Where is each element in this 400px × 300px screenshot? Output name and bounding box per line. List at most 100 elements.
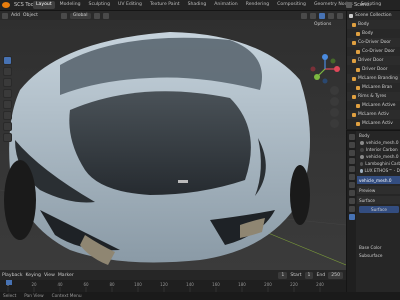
data-tab-icon[interactable] xyxy=(348,206,355,212)
outliner-row[interactable]: Rims & Tyres xyxy=(347,92,400,101)
properties-tabs xyxy=(347,131,356,293)
menu-object[interactable]: Object xyxy=(23,13,38,18)
status-select: Select xyxy=(3,293,17,299)
tab-shading[interactable]: Shading xyxy=(185,1,210,9)
overlay-icon[interactable] xyxy=(301,12,307,19)
zoom-icon[interactable] xyxy=(330,86,339,95)
snap-icon[interactable] xyxy=(93,12,100,19)
proportional-icon[interactable] xyxy=(102,12,109,19)
material-slot-label: LUX ETHOS™ - Di xyxy=(364,168,400,173)
material-slot[interactable]: LUX ETHOS™ - Di xyxy=(357,167,400,174)
scene-tab-icon[interactable] xyxy=(348,158,355,164)
ruler-tick-label: 20 xyxy=(31,282,37,287)
grid-icon[interactable] xyxy=(330,119,339,128)
outliner-row-label: Body xyxy=(362,31,374,36)
cursor-tool-icon[interactable] xyxy=(3,67,12,76)
outliner-row[interactable]: Co-Driver Door xyxy=(347,38,400,47)
surface-shader-button[interactable]: Surface xyxy=(359,206,399,213)
tab-modeling[interactable]: Modeling xyxy=(57,1,84,9)
tab-layout[interactable]: Layout xyxy=(33,1,55,9)
shading-solid-icon[interactable] xyxy=(319,12,325,19)
preview-section[interactable]: Preview xyxy=(357,186,400,194)
modifier-tab-icon[interactable] xyxy=(348,182,355,188)
shading-material-icon[interactable] xyxy=(328,12,334,19)
pan-hand-icon[interactable] xyxy=(330,97,339,106)
outliner-row[interactable]: Body xyxy=(347,29,400,38)
outliner-row[interactable]: McLaren Active xyxy=(347,101,400,110)
start-frame-field[interactable]: 1 xyxy=(304,271,314,279)
tab-compositing[interactable]: Compositing xyxy=(274,1,309,9)
ruler-tick-label: 80 xyxy=(109,282,115,287)
view-menu[interactable]: View xyxy=(44,273,55,278)
outliner-row-label: Scene Collection xyxy=(355,13,392,18)
options-label[interactable]: Options xyxy=(314,22,331,27)
outliner-row-label: Driver Door xyxy=(358,58,384,63)
constraints-tab-icon[interactable] xyxy=(348,198,355,204)
status-pan-view: Pan View xyxy=(24,293,44,299)
timeline-ruler[interactable]: 020406080100120140160180200220240 xyxy=(0,280,346,292)
material-slot[interactable]: vehicle_mesh.0 xyxy=(357,139,400,146)
physics-tab-icon[interactable] xyxy=(348,190,355,196)
playback-menu[interactable]: Playback xyxy=(2,273,23,278)
material-selector[interactable]: vehicle_mesh.0 xyxy=(357,176,400,184)
outliner-row[interactable]: McLaren Branding xyxy=(347,74,400,83)
navigation-gizmo[interactable] xyxy=(309,53,341,85)
material-properties: Body vehicle_mesh.0 Interior Carbon vehicl… xyxy=(357,131,400,293)
ruler-tick-label: 120 xyxy=(160,282,168,287)
menu-add[interactable]: Add xyxy=(11,13,20,18)
outliner-row[interactable]: Driver Door xyxy=(347,56,400,65)
measure-tool-icon[interactable] xyxy=(3,133,12,142)
outliner-row[interactable]: Scene Collection xyxy=(347,11,400,20)
ruler-tick-label: 220 xyxy=(290,282,298,287)
outliner-row[interactable]: Body xyxy=(347,20,400,29)
rotate-tool-icon[interactable] xyxy=(3,89,12,98)
material-slot[interactable]: Interior Carbon xyxy=(357,146,400,153)
tab-sculpting[interactable]: Sculpting xyxy=(86,1,113,9)
tab-uv-editing[interactable]: UV Editing xyxy=(115,1,145,9)
move-tool-icon[interactable] xyxy=(3,78,12,87)
render-tab-icon[interactable] xyxy=(348,142,355,148)
shading-rendered-icon[interactable] xyxy=(337,12,343,19)
ruler-tick-label: 40 xyxy=(57,282,63,287)
world-tab-icon[interactable] xyxy=(348,166,355,172)
outliner-row[interactable]: McLaren Activ xyxy=(347,119,400,128)
object-name: Body xyxy=(357,131,400,139)
material-slot[interactable]: Lamboghini Carb xyxy=(357,160,400,167)
camera-icon[interactable] xyxy=(330,108,339,117)
output-tab-icon[interactable] xyxy=(348,150,355,156)
material-tab-icon[interactable] xyxy=(348,214,355,220)
tab-texture-paint[interactable]: Texture Paint xyxy=(147,1,183,9)
object-tab-icon[interactable] xyxy=(348,174,355,180)
orientation-label: Global xyxy=(72,13,88,18)
timeline-header: Playback Keying View Marker 1 Start 1 En… xyxy=(0,270,346,280)
outliner-row[interactable]: McLaren Bran xyxy=(347,83,400,92)
tool-tab-icon[interactable] xyxy=(348,134,355,140)
annotate-tool-icon[interactable] xyxy=(3,122,12,131)
outliner-row[interactable]: Driver Door xyxy=(347,65,400,74)
blender-logo-icon[interactable] xyxy=(2,2,10,8)
tab-rendering[interactable]: Rendering xyxy=(243,1,272,9)
outliner-row[interactable]: McLaren Activ xyxy=(347,110,400,119)
transform-tool-icon[interactable] xyxy=(3,111,12,120)
marker-menu[interactable]: Marker xyxy=(58,273,74,278)
surface-section[interactable]: Surface xyxy=(357,196,400,204)
select-tool-icon[interactable] xyxy=(3,56,12,65)
material-slot-label: Interior Carbon xyxy=(366,147,398,152)
scale-tool-icon[interactable] xyxy=(3,100,12,109)
tab-animation[interactable]: Animation xyxy=(211,1,240,9)
scene-selector[interactable]: Scene xyxy=(346,1,400,9)
outliner-row[interactable]: Co-Driver Door xyxy=(347,47,400,56)
material-slot[interactable]: vehicle_mesh.0 xyxy=(357,153,400,160)
xray-icon[interactable] xyxy=(310,12,316,19)
keying-menu[interactable]: Keying xyxy=(26,273,41,278)
outliner-row-label: Co-Driver Door xyxy=(358,40,391,45)
current-frame-field[interactable]: 1 xyxy=(278,271,288,279)
outliner: Scene Collection Body Body Co-Driver Door Co… xyxy=(346,11,400,129)
end-frame-field[interactable]: 250 xyxy=(328,271,343,279)
editor-type-icon[interactable] xyxy=(2,12,8,19)
ruler-tick-label: 180 xyxy=(238,282,246,287)
3d-viewport[interactable]: Options xyxy=(0,20,346,270)
orientation-dropdown[interactable]: Global xyxy=(69,12,91,19)
transform-pivot-icon[interactable] xyxy=(60,12,67,19)
outliner-row-label: McLaren Bran xyxy=(362,85,393,90)
